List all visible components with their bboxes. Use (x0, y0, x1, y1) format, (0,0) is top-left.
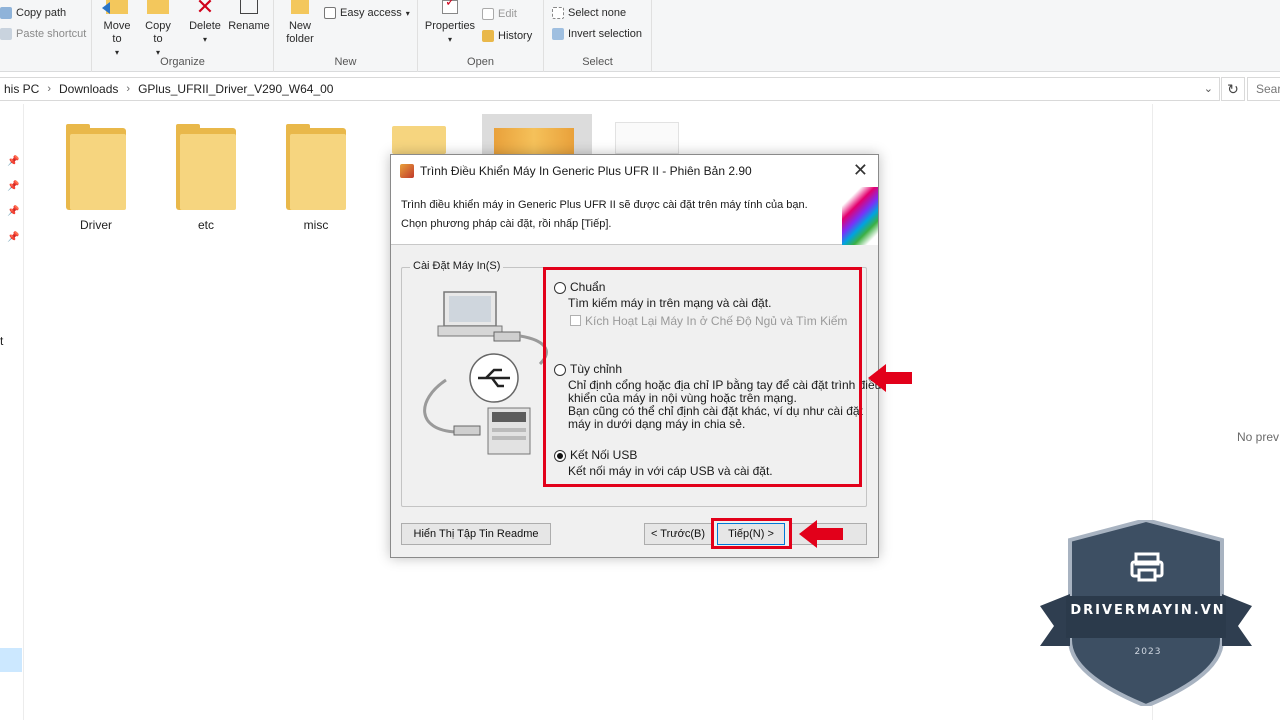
select-none-button[interactable]: Select none (552, 7, 626, 19)
copy-path-button[interactable]: Copy path (0, 7, 66, 19)
breadcrumb-downloads[interactable]: Downloads (55, 82, 122, 96)
paste-shortcut-button[interactable]: Paste shortcut (0, 28, 86, 40)
rename-button[interactable]: Rename (228, 0, 270, 33)
invert-selection-button[interactable]: Invert selection (552, 28, 642, 40)
breadcrumb-chevron-icon: › (47, 83, 52, 95)
dialog-titlebar[interactable]: Trình Điều Khiển Máy In Generic Plus UFR… (391, 155, 878, 187)
select-none-icon (552, 7, 564, 19)
properties-button[interactable]: ✓ Properties ▾ (422, 0, 478, 46)
installer-app-icon (400, 164, 414, 178)
breadcrumb-this-pc[interactable]: his PC (0, 82, 43, 96)
address-bar-row: his PC › Downloads › GPlus_UFRII_Driver_… (0, 77, 1280, 101)
move-to-icon (102, 0, 128, 14)
copy-path-icon (0, 7, 12, 19)
watermark-brand-text: DRIVERMAYIN.VN (1070, 603, 1226, 618)
folder-icon (176, 124, 236, 210)
open-group-label: Open (467, 56, 494, 68)
usb-connection-illustration (423, 291, 548, 455)
installer-box-icon (494, 128, 574, 154)
properties-dropdown-icon: ▾ (447, 35, 452, 44)
folder-icon (66, 124, 126, 210)
edit-button[interactable]: Edit (482, 8, 517, 20)
pin-icon[interactable]: 📌 (7, 206, 19, 217)
highlight-box-options (543, 267, 862, 487)
folder-item[interactable]: Driver (61, 124, 131, 232)
folder-icon[interactable] (392, 126, 446, 154)
breadcrumb-current-folder[interactable]: GPlus_UFRII_Driver_V290_W64_00 (134, 82, 337, 96)
rename-icon (240, 0, 258, 14)
pin-icon[interactable]: 📌 (7, 232, 19, 243)
red-arrow-icon (799, 520, 843, 548)
search-input[interactable]: Sear (1247, 77, 1280, 101)
easy-access-dropdown-icon: ▾ (405, 8, 410, 18)
copy-to-icon (147, 0, 169, 14)
invert-selection-icon (552, 28, 564, 40)
properties-check-icon: ✓ (442, 0, 458, 14)
dialog-title: Trình Điều Khiển Máy In Generic Plus UFR… (420, 164, 752, 178)
header-stripes-graphic (842, 187, 878, 245)
easy-access-button[interactable]: Easy access ▾ (324, 7, 410, 19)
ribbon-group-select: Select none Invert selection Select (544, 0, 652, 72)
history-icon (482, 30, 494, 42)
ribbon-group-open: ✓ Properties ▾ Edit History Open (418, 0, 544, 72)
pin-icon[interactable]: 📌 (7, 181, 19, 192)
new-group-label: New (334, 56, 357, 68)
back-button[interactable]: < Trước(B) (644, 523, 712, 545)
folder-icon (286, 124, 346, 210)
folder-label: etc (197, 218, 214, 232)
red-arrow-icon (868, 364, 912, 392)
folder-label: Driver (80, 218, 112, 232)
new-folder-button[interactable]: New folder (282, 0, 318, 46)
folder-item[interactable]: misc (281, 124, 351, 232)
move-to-button[interactable]: Move to ▾ (100, 0, 134, 59)
highlight-box-next (711, 518, 792, 549)
ribbon: Copy path Paste shortcut Move to ▾ Copy … (0, 0, 1280, 72)
dialog-header: Trình điều khiển máy in Generic Plus UFR… (391, 187, 878, 245)
paste-shortcut-icon (0, 28, 12, 40)
folder-item[interactable]: etc (171, 124, 241, 232)
show-readme-button[interactable]: Hiển Thị Tập Tin Readme (401, 523, 551, 545)
ribbon-group-clipboard: Copy path Paste shortcut (0, 0, 92, 72)
close-icon[interactable]: ✕ (853, 160, 868, 181)
watermark-year: 2023 (1134, 647, 1162, 657)
nav-item-partial-label[interactable]: t (0, 334, 3, 348)
delete-button[interactable]: ✕ Delete ▾ (188, 0, 222, 46)
copy-to-button[interactable]: Copy to ▾ (142, 0, 174, 59)
organize-group-label: Organize (160, 56, 205, 68)
folder-label: misc (303, 218, 329, 232)
ribbon-group-new: New folder Easy access ▾ New (274, 0, 418, 72)
intro-text-line-1: Trình điều khiển máy in Generic Plus UFR… (401, 199, 808, 211)
pin-icon[interactable]: 📌 (7, 156, 19, 167)
file-icon[interactable] (615, 122, 679, 154)
address-bar[interactable]: his PC › Downloads › GPlus_UFRII_Driver_… (0, 77, 1220, 101)
ribbon-group-organize: Move to ▾ Copy to ▾ ✕ Delete ▾ Rename Or… (92, 0, 274, 72)
new-folder-icon (291, 0, 309, 14)
install-method-group-label: Cài Đặt Máy In(S) (410, 260, 504, 272)
breadcrumb-chevron-icon: › (126, 83, 131, 95)
nav-selected-item[interactable] (0, 648, 22, 672)
easy-access-icon (324, 7, 336, 19)
navigation-pane: 📌 📌 📌 t 📌 (0, 104, 24, 720)
intro-text-line-2: Chọn phương pháp cài đặt, rồi nhấp [Tiếp… (401, 218, 612, 230)
select-group-label: Select (582, 56, 613, 68)
refresh-icon[interactable]: ↻ (1221, 77, 1245, 101)
no-preview-text: No prev (1237, 430, 1280, 444)
address-history-dropdown-icon[interactable]: ⌄ (1204, 82, 1213, 95)
setup-file-item[interactable] (482, 114, 592, 154)
history-button[interactable]: History (482, 30, 532, 42)
delete-x-icon: ✕ (195, 0, 215, 19)
delete-dropdown-icon: ▾ (202, 35, 207, 44)
edit-icon (482, 8, 494, 20)
